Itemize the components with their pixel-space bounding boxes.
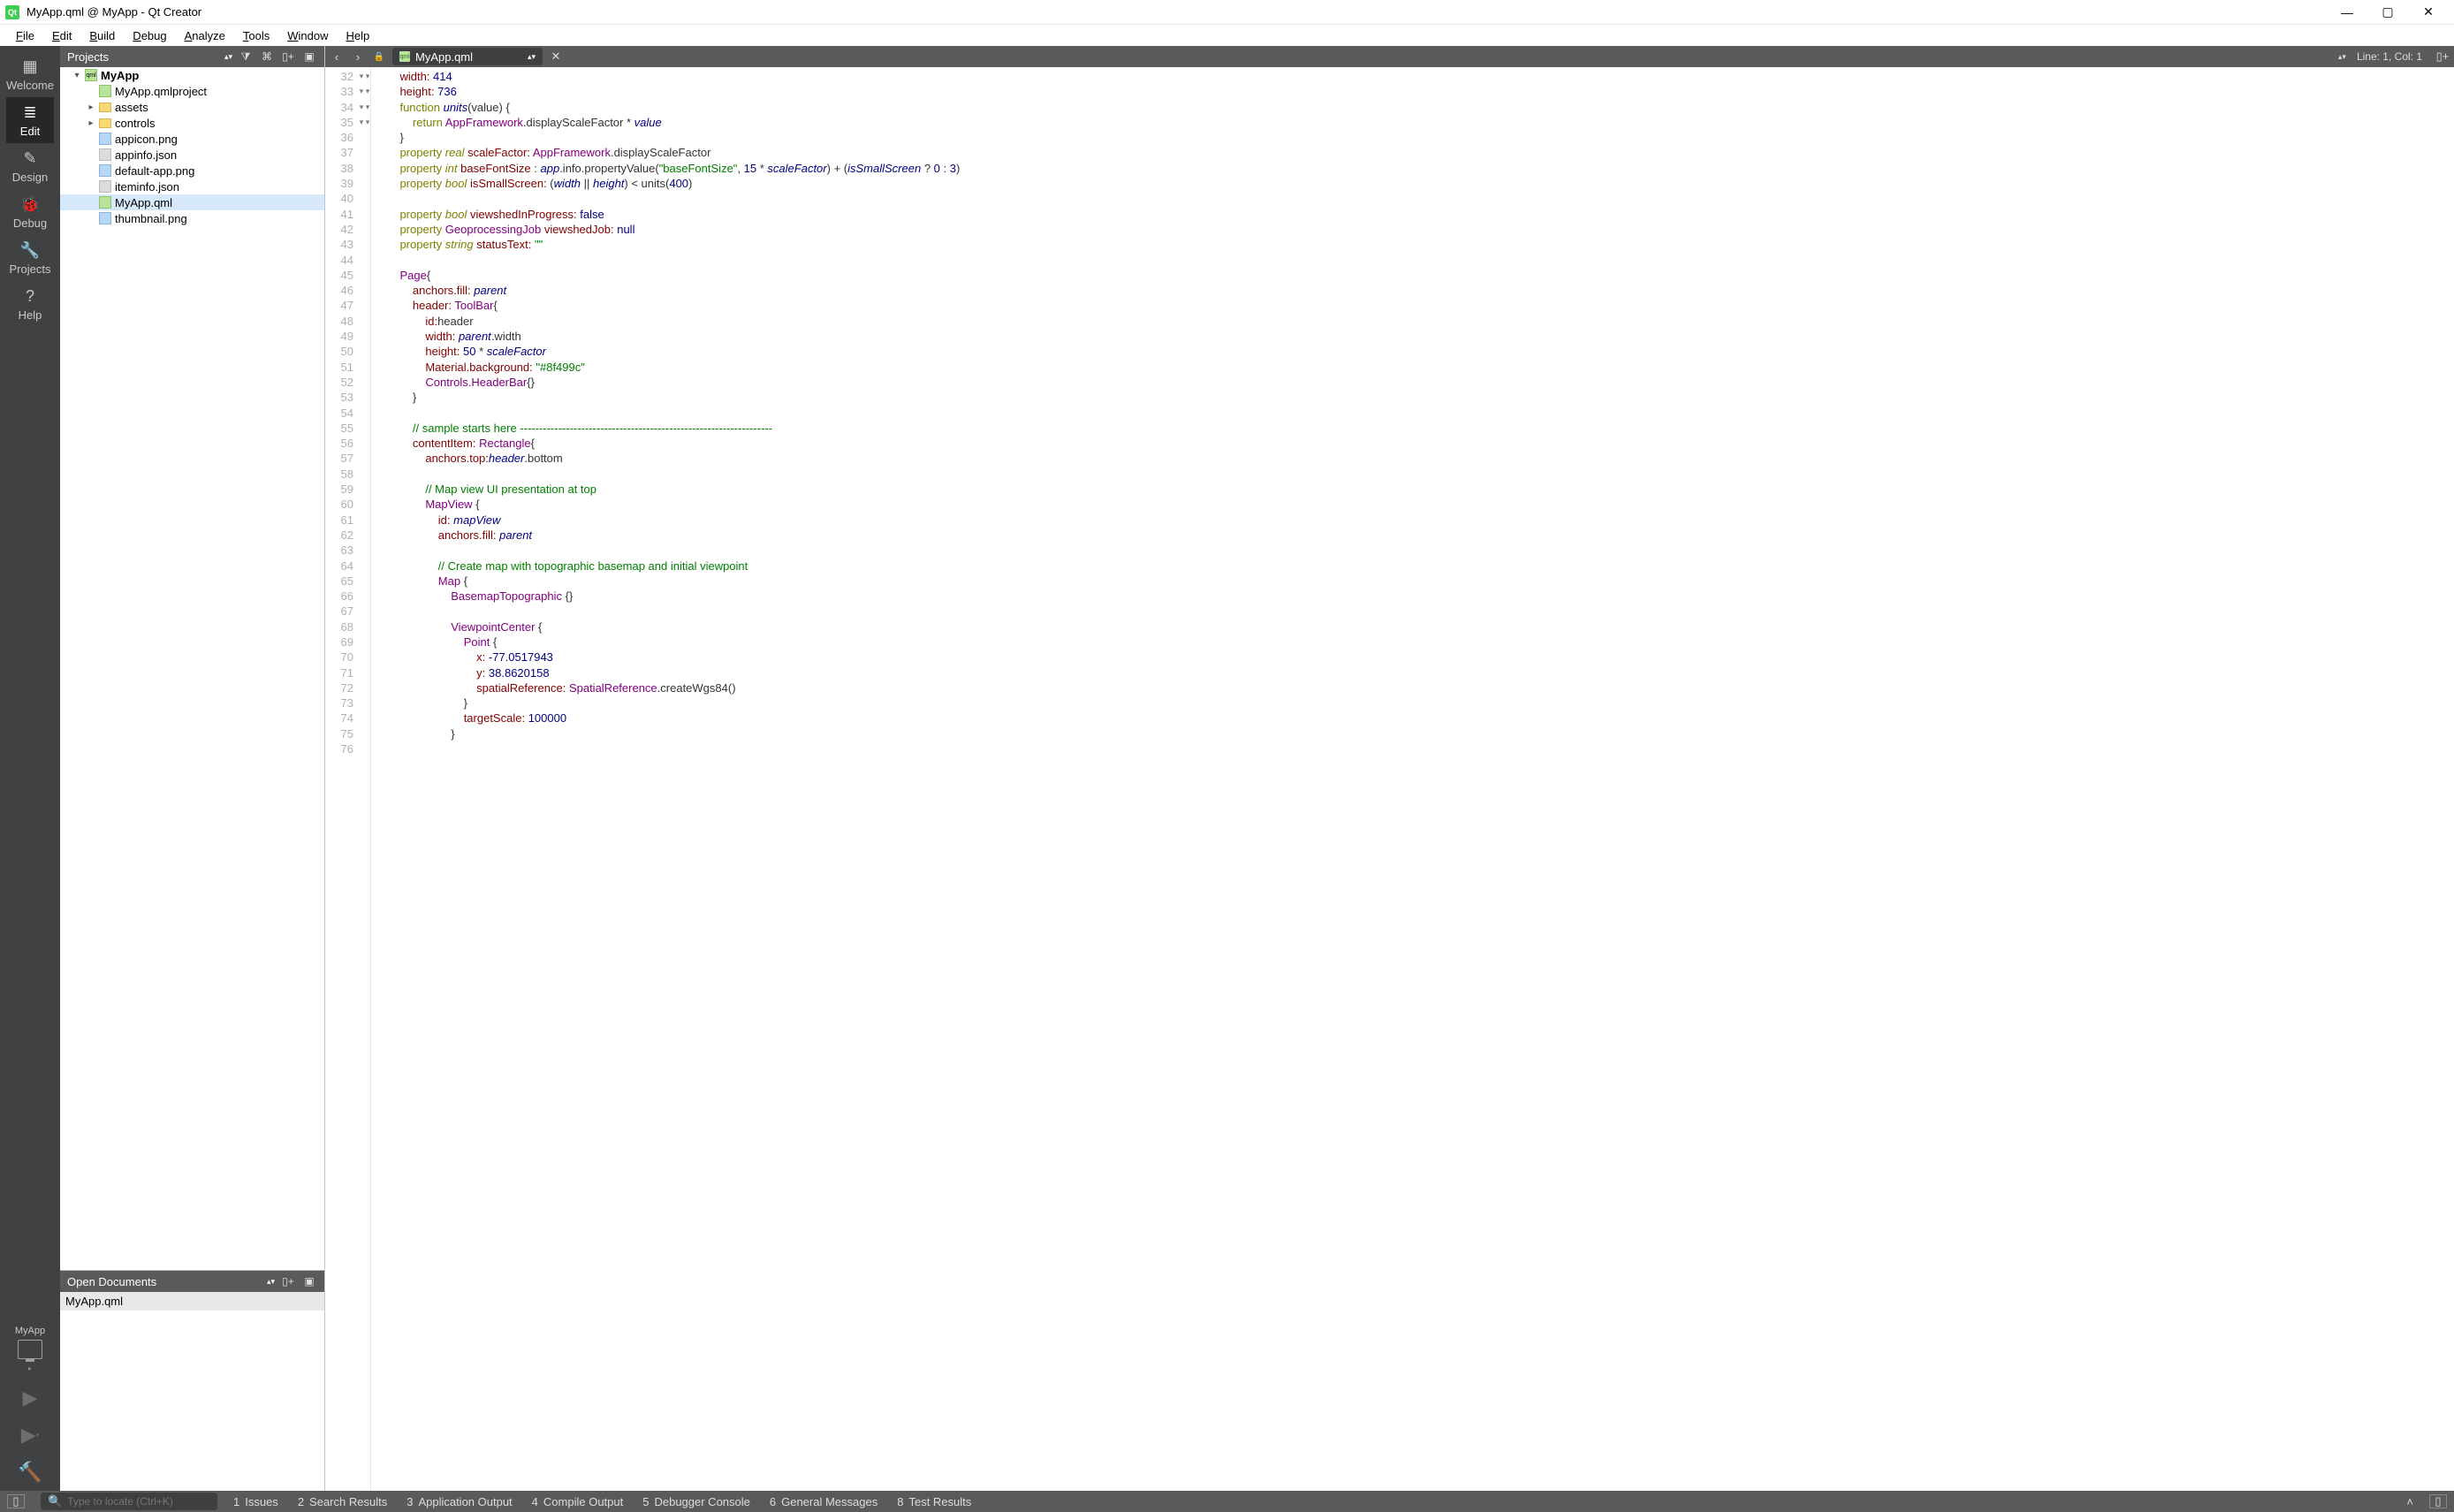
png-icon bbox=[99, 133, 111, 145]
sidebar-toggle-button[interactable]: ▯ bbox=[7, 1494, 25, 1508]
output-tab-search results[interactable]: 2Search Results bbox=[298, 1495, 387, 1508]
panel-close-icon[interactable]: ▣ bbox=[301, 49, 317, 65]
lock-icon[interactable]: 🔒 bbox=[371, 49, 387, 65]
menu-debug[interactable]: Debug bbox=[124, 27, 175, 45]
chevron-up-icon[interactable]: ˄ bbox=[2406, 1495, 2413, 1508]
output-tab-compile output[interactable]: 4Compile Output bbox=[532, 1495, 624, 1508]
design-icon: ✎ bbox=[20, 148, 40, 168]
help-icon: ? bbox=[20, 286, 40, 306]
menu-help[interactable]: Help bbox=[337, 27, 378, 45]
projects-icon: 🔧 bbox=[20, 240, 40, 260]
run-debug-button[interactable]: ▶• bbox=[0, 1417, 60, 1454]
locator-input[interactable]: 🔍 bbox=[41, 1493, 217, 1510]
nav-back-button[interactable]: ‹ bbox=[329, 49, 345, 65]
qml-icon bbox=[99, 196, 111, 209]
png-icon bbox=[99, 212, 111, 224]
qml-file-icon: qml bbox=[399, 51, 410, 62]
tab-close-button[interactable]: ✕ bbox=[548, 49, 564, 65]
panel-close-icon[interactable]: ▣ bbox=[301, 1273, 317, 1289]
folder-icon bbox=[99, 118, 111, 128]
folder-icon bbox=[99, 103, 111, 112]
welcome-icon: ▦ bbox=[20, 57, 40, 76]
minimize-button[interactable]: — bbox=[2327, 0, 2367, 25]
mode-rail: ▦ Welcome ≣ Edit ✎ Design 🐞 Debug 🔧 Proj… bbox=[0, 46, 60, 1491]
side-panel: Projects ▴▾ ⧩ ⌘ ▯+ ▣ ▾qmlMyApp MyApp.qml… bbox=[60, 46, 325, 1491]
tree-item[interactable]: MyApp.qml bbox=[60, 194, 324, 210]
right-sidebar-toggle[interactable]: ▯ bbox=[2429, 1494, 2447, 1508]
tree-item[interactable]: ▸assets bbox=[60, 99, 324, 115]
tree-item[interactable]: MyApp.qmlproject bbox=[60, 83, 324, 99]
kit-label: MyApp bbox=[15, 1326, 45, 1336]
editor-split-icon[interactable]: ▯+ bbox=[2435, 49, 2450, 65]
kit-selector[interactable]: MyApp ▸ bbox=[0, 1326, 60, 1372]
editor-toolbar: ‹ › 🔒 qml MyApp.qml ▴▾ ✕ ▴▾ Line: 1, Col… bbox=[325, 46, 2454, 67]
cursor-position: Line: 1, Col: 1 bbox=[2357, 50, 2422, 63]
tree-item[interactable]: appinfo.json bbox=[60, 147, 324, 163]
menu-analyze[interactable]: Analyze bbox=[176, 27, 234, 45]
window-title: MyApp.qml @ MyApp - Qt Creator bbox=[27, 5, 2327, 19]
project-tree[interactable]: ▾qmlMyApp MyApp.qmlproject▸assets▸contro… bbox=[60, 67, 324, 1270]
tree-item[interactable]: appicon.png bbox=[60, 131, 324, 147]
locator-field[interactable] bbox=[67, 1495, 210, 1508]
output-tab-debugger console[interactable]: 5Debugger Console bbox=[642, 1495, 750, 1508]
link-icon[interactable]: ⌘ bbox=[259, 49, 275, 65]
maximize-button[interactable]: ▢ bbox=[2367, 0, 2408, 25]
search-icon: 🔍 bbox=[48, 1494, 62, 1508]
filter-icon[interactable]: ⧩ bbox=[238, 49, 254, 65]
menu-file[interactable]: File bbox=[7, 27, 43, 45]
mode-welcome[interactable]: ▦ Welcome bbox=[6, 51, 54, 97]
editor-area: ‹ › 🔒 qml MyApp.qml ▴▾ ✕ ▴▾ Line: 1, Col… bbox=[325, 46, 2454, 1491]
projects-panel-header: Projects ▴▾ ⧩ ⌘ ▯+ ▣ bbox=[60, 46, 324, 67]
project-icon: qml bbox=[85, 69, 97, 81]
menu-window[interactable]: Window bbox=[278, 27, 337, 45]
menu-bar: FileEditBuildDebugAnalyzeToolsWindowHelp bbox=[0, 25, 2454, 46]
open-documents-panel: Open Documents ▴▾ ▯+ ▣ MyApp.qml bbox=[60, 1270, 324, 1491]
output-panes-bar: ▯ 🔍 1Issues 2Search Results 3Application O… bbox=[0, 1491, 2454, 1512]
output-tab-test results[interactable]: 8Test Results bbox=[897, 1495, 971, 1508]
code-editor[interactable]: 32 33 34 35 36 37 38 39 40 41 42 43 44 4… bbox=[325, 67, 2454, 1491]
current-file-name: MyApp.qml bbox=[415, 50, 473, 64]
json-icon bbox=[99, 148, 111, 161]
mode-edit[interactable]: ≣ Edit bbox=[6, 97, 54, 143]
mode-design[interactable]: ✎ Design bbox=[6, 143, 54, 189]
tree-item[interactable]: default-app.png bbox=[60, 163, 324, 179]
output-tab-application output[interactable]: 3Application Output bbox=[406, 1495, 512, 1508]
open-doc-item[interactable]: MyApp.qml bbox=[60, 1292, 324, 1311]
qml-icon bbox=[99, 85, 111, 97]
tree-item[interactable]: iteminfo.json bbox=[60, 179, 324, 194]
title-bar: Qt MyApp.qml @ MyApp - Qt Creator — ▢ ✕ bbox=[0, 0, 2454, 25]
build-button[interactable]: 🔨 bbox=[0, 1454, 60, 1491]
mode-help[interactable]: ? Help bbox=[6, 281, 54, 327]
projects-panel-title: Projects bbox=[67, 50, 219, 64]
menu-tools[interactable]: Tools bbox=[234, 27, 278, 45]
png-icon bbox=[99, 164, 111, 177]
app-logo-icon: Qt bbox=[5, 5, 19, 19]
tree-item[interactable]: thumbnail.png bbox=[60, 210, 324, 226]
file-selector[interactable]: qml MyApp.qml ▴▾ bbox=[392, 48, 543, 65]
debug-icon: 🐞 bbox=[20, 194, 40, 214]
monitor-icon bbox=[18, 1340, 42, 1359]
open-documents-title: Open Documents bbox=[67, 1275, 262, 1288]
mode-debug[interactable]: 🐞 Debug bbox=[6, 189, 54, 235]
mode-projects[interactable]: 🔧 Projects bbox=[6, 235, 54, 281]
nav-forward-button[interactable]: › bbox=[350, 49, 366, 65]
tree-item[interactable]: ▸controls bbox=[60, 115, 324, 131]
json-icon bbox=[99, 180, 111, 193]
menu-edit[interactable]: Edit bbox=[43, 27, 80, 45]
run-button[interactable]: ▶ bbox=[0, 1379, 60, 1417]
split-icon[interactable]: ▯+ bbox=[280, 1273, 296, 1289]
output-tab-issues[interactable]: 1Issues bbox=[233, 1495, 278, 1508]
close-button[interactable]: ✕ bbox=[2408, 0, 2449, 25]
split-icon[interactable]: ▯+ bbox=[280, 49, 296, 65]
edit-icon: ≣ bbox=[20, 103, 40, 122]
menu-build[interactable]: Build bbox=[80, 27, 124, 45]
tree-root[interactable]: ▾qmlMyApp bbox=[60, 67, 324, 83]
output-tab-general messages[interactable]: 6General Messages bbox=[770, 1495, 878, 1508]
